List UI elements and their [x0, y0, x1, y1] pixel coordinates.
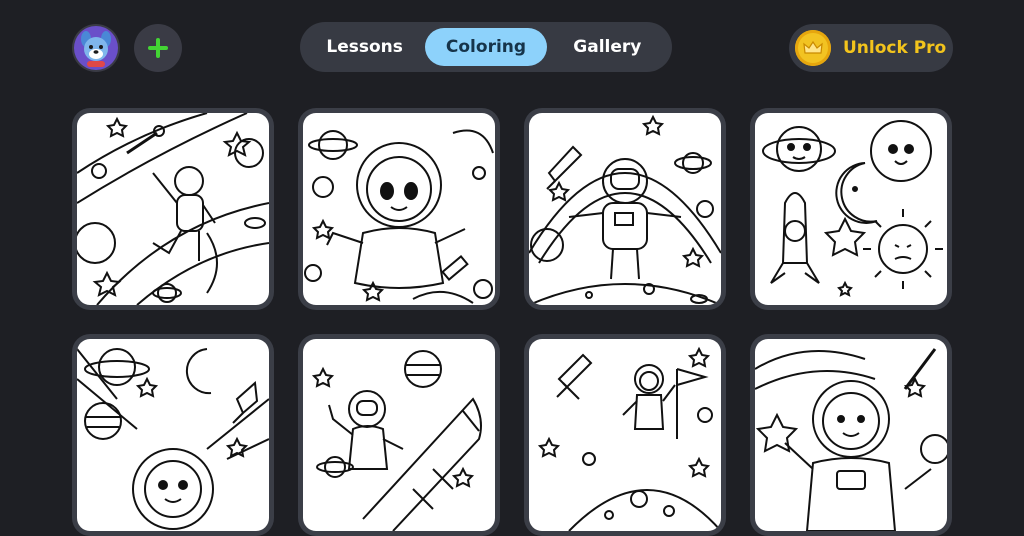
astronaut-riding-rocket-illustration: [311, 350, 482, 531]
cartoon-planets-illustration: [762, 120, 943, 297]
coloring-page-card[interactable]: [72, 334, 274, 536]
coloring-page-card[interactable]: [750, 108, 952, 310]
crown-coin-icon: [795, 30, 831, 66]
unlock-pro-label: Unlock Pro: [843, 38, 947, 58]
tab-lessons[interactable]: Lessons: [304, 28, 425, 66]
unlock-pro-button[interactable]: Unlock Pro: [789, 24, 953, 72]
astronaut-rocket-planets-illustration: [77, 348, 269, 530]
top-bar: Lessons Coloring Gallery Unlock Pro: [0, 0, 1024, 96]
dog-avatar-icon: [74, 26, 118, 70]
tab-bar: Lessons Coloring Gallery: [300, 22, 672, 72]
coloring-page-card[interactable]: [298, 108, 500, 310]
coloring-page-card[interactable]: [72, 108, 274, 310]
astronaut-boy-star-illustration: [755, 348, 947, 531]
astronaut-floating-illustration: [77, 113, 269, 305]
astronaut-girl-illustration: [304, 129, 494, 304]
astronaut-moon-illustration: [529, 114, 721, 305]
coloring-page-card[interactable]: [524, 108, 726, 310]
avatar[interactable]: [72, 24, 120, 72]
add-button[interactable]: [134, 24, 182, 72]
tab-coloring[interactable]: Coloring: [425, 28, 547, 66]
coloring-page-card[interactable]: [524, 334, 726, 536]
coloring-page-card[interactable]: [750, 334, 952, 536]
plus-icon: [148, 38, 168, 58]
astronaut-kid-flag-illustration: [537, 346, 721, 531]
coloring-page-card[interactable]: [298, 334, 500, 536]
tab-gallery[interactable]: Gallery: [547, 28, 668, 66]
